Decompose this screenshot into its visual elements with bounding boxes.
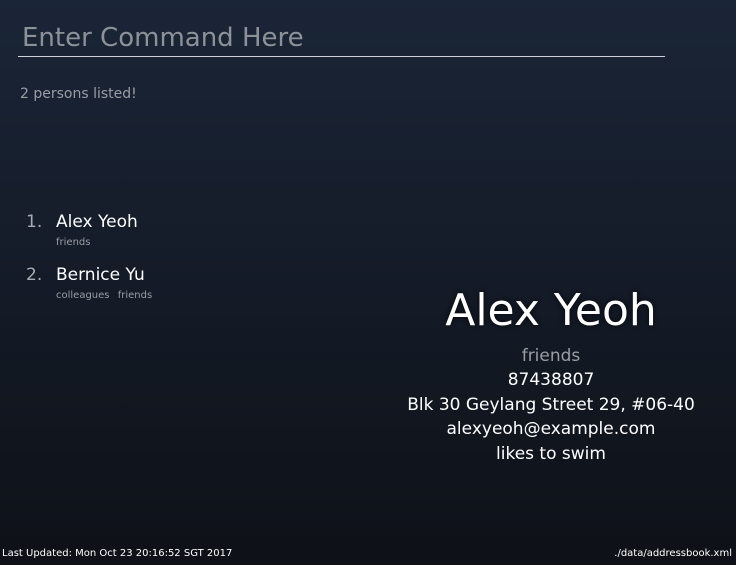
person-index: 2.	[26, 265, 43, 285]
detail-remark: likes to swim	[496, 443, 606, 464]
detail-address: Blk 30 Geylang Street 29, #06-40	[407, 394, 695, 415]
status-bar: Last Updated: Mon Oct 23 20:16:52 SGT 20…	[0, 547, 736, 565]
person-tag: friends	[56, 237, 91, 248]
detail-name: Alex Yeoh	[445, 285, 657, 336]
person-index: 1.	[26, 212, 43, 232]
last-updated-status: Last Updated: Mon Oct 23 20:16:52 SGT 20…	[2, 548, 233, 559]
detail-email: alexyeoh@example.com	[446, 419, 656, 439]
person-detail-panel: Alex Yeoh friends 87438807 Blk 30 Geylan…	[366, 280, 736, 466]
file-path-status: ./data/addressbook.xml	[614, 548, 732, 559]
person-tags: colleagues friends	[56, 290, 157, 301]
command-input[interactable]	[18, 20, 665, 57]
detail-phone: 87438807	[507, 370, 595, 390]
person-name: Bernice Yu	[56, 265, 145, 285]
detail-tags: friends	[521, 346, 581, 366]
person-tag: colleagues	[56, 290, 110, 301]
person-tags: friends	[56, 237, 95, 248]
result-message: 2 persons listed!	[20, 86, 137, 102]
person-card[interactable]: 2. Bernice Yu colleagues friends	[20, 259, 380, 312]
person-tag: friends	[117, 290, 153, 301]
person-name: Alex Yeoh	[56, 212, 138, 232]
person-card[interactable]: 1. Alex Yeoh friends	[20, 206, 380, 259]
person-list[interactable]: 1. Alex Yeoh friends 2. Bernice Yu colle…	[20, 206, 380, 312]
